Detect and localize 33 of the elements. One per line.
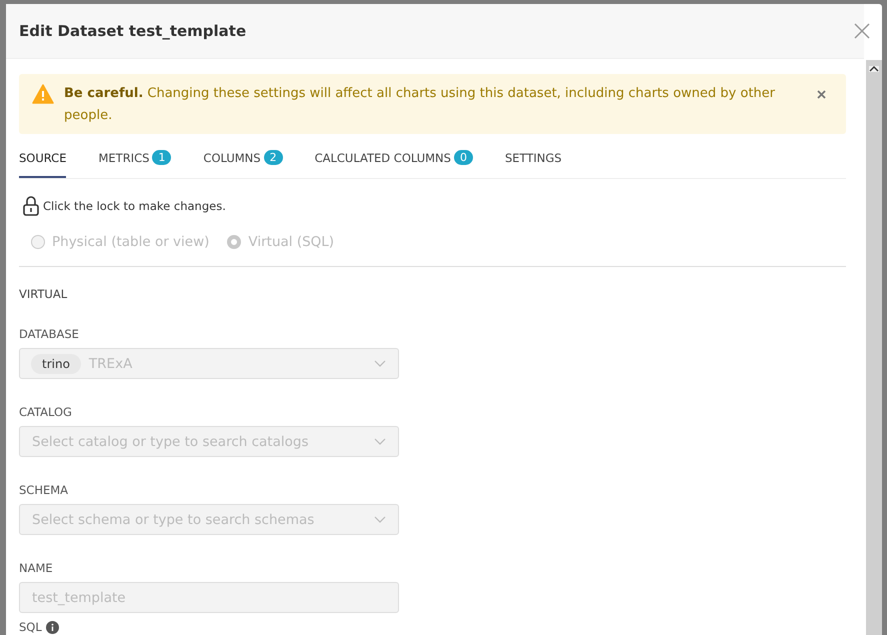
lock-icon[interactable]: [23, 196, 39, 216]
tab[interactable]: METRICS 1: [98, 142, 172, 178]
tab[interactable]: COLUMNS 2: [203, 142, 283, 178]
radio-button[interactable]: [227, 235, 242, 249]
warning-icon: [32, 84, 54, 104]
database-tag: trino: [31, 354, 81, 374]
chevron-down-icon: [374, 438, 386, 445]
chevron-down-icon: [374, 360, 386, 367]
close-icon[interactable]: [817, 90, 826, 99]
warning-message: Be careful. Changing these settings will affect all charts using this dataset, including charts owned by other people.: [64, 85, 776, 125]
selected-value: TRExA: [88, 356, 134, 372]
close-icon[interactable]: [854, 23, 870, 39]
count-badge: 2: [264, 150, 283, 165]
field-label: SQL: [19, 620, 42, 634]
scroll-up-icon[interactable]: [869, 66, 879, 72]
modal-title: Edit Dataset test_template: [19, 22, 246, 40]
section-title: VIRTUAL: [19, 287, 68, 301]
tab[interactable]: SETTINGS: [504, 142, 562, 178]
tab[interactable]: CALCULATED COLUMNS 0: [314, 142, 473, 178]
tab[interactable]: SOURCE: [19, 142, 66, 178]
count-badge: 0: [454, 150, 473, 165]
field-label: DATABASE: [19, 327, 80, 341]
radio-button[interactable]: [31, 235, 45, 249]
scrollbar[interactable]: [866, 60, 882, 635]
lock-hint: Click the lock to make changes.: [43, 199, 226, 213]
field-label: CATALOG: [19, 405, 73, 419]
select-placeholder: Select catalog or type to search catalogs: [32, 434, 310, 450]
field-label: NAME: [19, 561, 54, 575]
field-label: SCHEMA: [19, 483, 70, 497]
chevron-down-icon: [374, 516, 386, 523]
count-badge: 1: [152, 150, 172, 165]
select-field[interactable]: trino TRExA: [19, 348, 399, 379]
select-placeholder: Select schema or type to search schemas: [32, 512, 316, 528]
